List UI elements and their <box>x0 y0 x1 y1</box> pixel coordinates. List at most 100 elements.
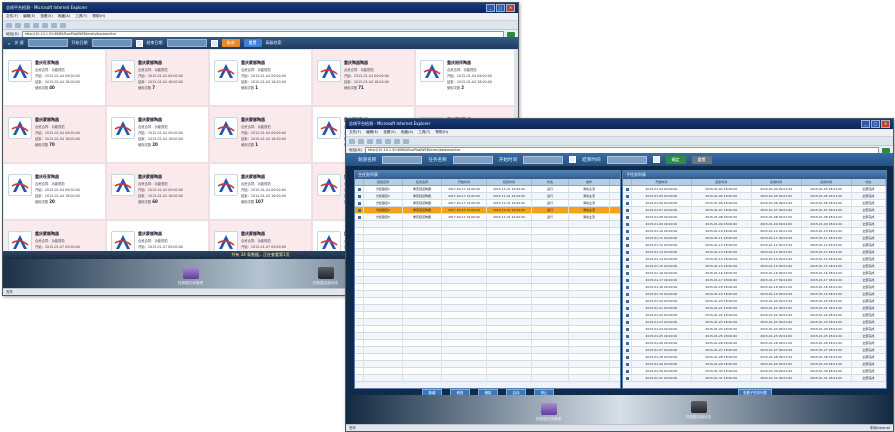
dock-item-connection[interactable]: 热数据连接状态 <box>686 401 711 420</box>
result-card[interactable]: 重庆蒙娜陶器合资合同：功能规范开始：2015-01-07 09:00:00结束：… <box>106 220 209 251</box>
row-checkbox-icon[interactable] <box>625 215 629 219</box>
reset-button[interactable]: 重置 <box>243 39 262 47</box>
row-checkbox-icon[interactable] <box>625 264 629 268</box>
end-time-input[interactable] <box>606 155 647 164</box>
row-checkbox-icon[interactable] <box>625 194 629 198</box>
table-row[interactable]: 2015-01-05 09:00:00 2015-01-05 18:00:00 20… <box>623 193 886 200</box>
table-row[interactable]: 2015-01-20 09:00:00 2015-01-20 18:00:00 20… <box>623 298 886 305</box>
table-row[interactable]: 2015-01-27 09:00:00 2015-01-27 18:00:00 20… <box>623 347 886 354</box>
table-row[interactable]: 2015-01-25 09:00:00 2015-01-25 18:00:00 20… <box>623 333 886 340</box>
minimize-button[interactable]: _ <box>486 4 495 12</box>
keyword-input[interactable] <box>27 39 68 47</box>
row-icon[interactable] <box>623 263 632 269</box>
table-row[interactable]: 2015-01-28 09:00:00 2015-01-28 18:00:00 20… <box>623 354 886 361</box>
stop-icon[interactable] <box>24 22 30 28</box>
table-row[interactable]: 2015-01-24 09:00:00 2015-01-24 18:00:00 20… <box>623 326 886 333</box>
row-icon[interactable] <box>623 291 632 297</box>
table-row[interactable]: 2015-01-26 09:00:00 2015-01-26 18:00:00 20… <box>623 340 886 347</box>
menu-item[interactable]: 查看(V) <box>40 14 52 19</box>
close-button[interactable]: × <box>506 4 515 12</box>
column-header[interactable]: 操作 <box>569 179 610 185</box>
table-row[interactable]: 光缆路径5 重庆频道陶器 2017-04-17 12:00:00 2015-11-01… <box>355 214 620 221</box>
row-icon[interactable] <box>623 207 632 213</box>
result-card[interactable]: 重庆蒙娜陶器合资合同：功能规范开始：2015-01-04 09:00:00 结束：… <box>209 106 312 163</box>
row-icon[interactable] <box>623 312 632 318</box>
row-icon[interactable] <box>355 200 364 206</box>
row-icon[interactable] <box>623 200 632 206</box>
row-checkbox-icon[interactable] <box>357 208 361 212</box>
row-icon[interactable] <box>623 228 632 234</box>
row-checkbox-icon[interactable] <box>625 348 629 352</box>
row-icon[interactable] <box>355 207 364 213</box>
row-checkbox-icon[interactable] <box>625 257 629 261</box>
result-card[interactable]: 重庆蒙娜陶器合资合同：功能规范开始：2015-01-07 09:00:00结束：… <box>209 220 312 251</box>
title-bar[interactable]: 总线平台检测 - Microsoft Internet Explorer _ □… <box>3 3 518 13</box>
row-checkbox-icon[interactable] <box>625 222 629 226</box>
row-icon[interactable] <box>623 221 632 227</box>
column-header[interactable]: 开始时间 <box>442 179 487 185</box>
result-card[interactable]: 重庆蒙娜陶器合资合同：功能规范开始：2015-01-07 09:00:00结束：… <box>3 220 106 251</box>
table-row[interactable]: 2015-01-15 09:00:00 2015-01-15 18:00:00 20… <box>623 263 886 270</box>
query-button[interactable]: 查询 <box>221 39 240 47</box>
result-card[interactable]: 重庆旺家陶器 合资合同：功能规范 开始：2015-01-04 09:00:00 结束：… <box>3 49 106 106</box>
row-icon[interactable] <box>623 193 632 199</box>
row-icon[interactable] <box>623 284 632 290</box>
row-checkbox-icon[interactable] <box>625 327 629 331</box>
task-name-input[interactable] <box>452 155 493 164</box>
maximize-button[interactable]: □ <box>496 4 505 12</box>
table-row[interactable]: 2015-01-17 09:00:00 2015-01-17 18:00:00 20… <box>623 277 886 284</box>
row-icon[interactable] <box>623 319 632 325</box>
row-checkbox-icon[interactable] <box>625 306 629 310</box>
table-row[interactable]: 2015-01-16 09:00:00 2015-01-16 18:00:00 20… <box>623 270 886 277</box>
row-icon[interactable] <box>623 235 632 241</box>
result-card[interactable]: 重庆蒙娜陶器合资合同：功能规范开始：2015-01-04 09:00:00 结束：… <box>106 106 209 163</box>
menu-item[interactable]: 帮助(H) <box>435 130 448 135</box>
table-row[interactable]: 2015-01-10 09:00:00 2015-01-10 18:00:00 20… <box>623 228 886 235</box>
table-row[interactable]: 2015-01-29 09:00:00 2015-01-29 18:00:00 20… <box>623 361 886 368</box>
row-icon[interactable] <box>623 305 632 311</box>
result-card[interactable]: 重庆旺家陶器 合资合同：功能规范 开始：2015-01-04 09:00:00 结束：… <box>3 163 106 220</box>
row-checkbox-icon[interactable] <box>357 201 361 205</box>
title-bar[interactable]: 总线平台检测 - Microsoft Internet Explorer _ □… <box>346 119 893 129</box>
row-icon[interactable] <box>623 375 632 381</box>
row-icon[interactable] <box>623 354 632 360</box>
go-button[interactable] <box>882 147 890 153</box>
back-icon[interactable] <box>349 138 355 144</box>
row-icon[interactable] <box>355 186 364 192</box>
column-header[interactable]: 开始时间 <box>632 179 692 185</box>
result-card[interactable]: 重庆蒙娜陶器合资合同：功能规范开始：2015-01-04 09:00:00 结束：… <box>106 49 209 106</box>
confirm-button[interactable]: 确定 <box>665 155 686 164</box>
row-checkbox-icon[interactable] <box>625 250 629 254</box>
menu-item[interactable]: 文件(F) <box>6 14 18 19</box>
refresh-icon[interactable] <box>376 138 382 144</box>
row-icon[interactable] <box>623 333 632 339</box>
search-icon[interactable] <box>51 22 57 28</box>
refresh-icon[interactable] <box>33 22 39 28</box>
table-row[interactable]: 2015-01-18 09:00:00 2015-01-18 18:00:00 20… <box>623 284 886 291</box>
reset-button[interactable]: 重置 <box>691 155 712 164</box>
row-icon[interactable] <box>623 368 632 374</box>
table-row[interactable]: 2015-01-22 09:00:00 2015-01-22 18:00:00 20… <box>623 312 886 319</box>
row-checkbox-icon[interactable] <box>625 341 629 345</box>
stop-icon[interactable] <box>367 138 373 144</box>
calendar-icon[interactable] <box>652 156 660 163</box>
menu-item[interactable]: 文件(F) <box>349 130 361 135</box>
start-time-input[interactable] <box>523 155 564 164</box>
table-row[interactable]: 2015-01-13 09:00:00 2015-01-13 18:00:00 20… <box>623 249 886 256</box>
row-checkbox-icon[interactable] <box>625 355 629 359</box>
row-checkbox-icon[interactable] <box>625 236 629 240</box>
row-icon[interactable] <box>623 347 632 353</box>
end-date-input[interactable] <box>166 39 207 47</box>
search-icon[interactable] <box>394 138 400 144</box>
row-checkbox-icon[interactable] <box>625 313 629 317</box>
column-header[interactable]: 频道名称 <box>364 179 403 185</box>
table-row[interactable]: 2015-01-07 09:00:00 2015-01-07 18:00:00 20… <box>623 207 886 214</box>
column-header[interactable]: 接收时间 <box>752 179 802 185</box>
favorites-icon[interactable] <box>403 138 409 144</box>
row-checkbox-icon[interactable] <box>625 243 629 247</box>
advanced-search-link[interactable]: 高级检索 <box>266 40 282 46</box>
row-icon[interactable] <box>623 256 632 262</box>
row-checkbox-icon[interactable] <box>625 376 629 380</box>
column-header[interactable]: 完成时间 <box>802 179 852 185</box>
menu-item[interactable]: 帮助(H) <box>92 14 105 19</box>
